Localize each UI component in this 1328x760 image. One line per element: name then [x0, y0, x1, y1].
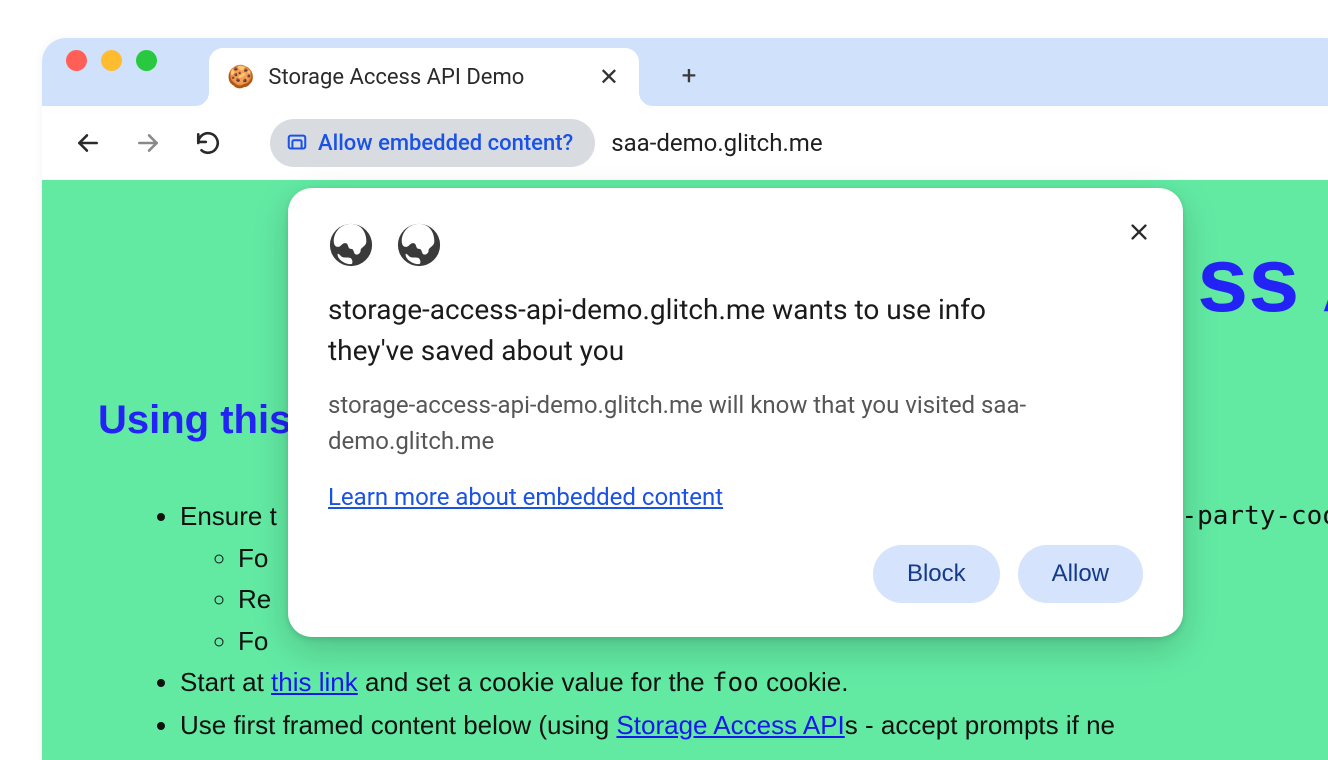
url-display: saa-demo.glitch.me	[611, 129, 822, 157]
reload-button[interactable]	[190, 125, 226, 161]
browser-tab[interactable]: 🍪 Storage Access API Demo ✕	[209, 48, 639, 106]
window-zoom-button[interactable]	[136, 50, 157, 71]
back-button[interactable]	[70, 125, 106, 161]
globe-icon	[328, 222, 374, 268]
tab-strip: 🍪 Storage Access API Demo ✕ +	[42, 38, 1328, 106]
list-text: and set a cookie value for the	[358, 667, 712, 697]
list-item: Use first framed content below (using St…	[180, 705, 1328, 747]
address-bar[interactable]: Allow embedded content? saa-demo.glitch.…	[270, 119, 1300, 167]
window-close-button[interactable]	[66, 50, 87, 71]
dialog-close-button[interactable]	[1121, 214, 1157, 250]
permission-chip[interactable]: Allow embedded content?	[270, 119, 595, 167]
forward-button[interactable]	[130, 125, 166, 161]
tab-close-button[interactable]: ✕	[597, 63, 621, 91]
list-text: Ensure t	[180, 501, 277, 531]
section-heading: Using this	[98, 398, 291, 443]
learn-more-link[interactable]: Learn more about embedded content	[328, 483, 723, 511]
list-item: Start at this link and set a cookie valu…	[180, 662, 1328, 705]
arrow-left-icon	[75, 130, 101, 156]
window-controls	[56, 50, 175, 95]
close-icon	[1128, 221, 1150, 243]
dialog-actions: Block Allow	[328, 545, 1143, 603]
list-text: Fo	[238, 626, 268, 656]
globe-icon	[396, 222, 442, 268]
permission-prompt-dialog: storage-access-api-demo.glitch.me wants …	[288, 188, 1183, 637]
new-tab-button[interactable]: +	[669, 56, 709, 96]
this-link[interactable]: this link	[271, 667, 358, 697]
list-text: Re	[238, 584, 271, 614]
reload-icon	[195, 130, 221, 156]
list-text: s - accept prompts if ne	[845, 710, 1115, 740]
tab-favicon: 🍪	[227, 65, 254, 90]
list-text: Start at	[180, 667, 271, 697]
code-fragment: -party-coo	[1181, 496, 1328, 538]
storage-access-api-link[interactable]: Storage Access API	[616, 710, 844, 740]
window-minimize-button[interactable]	[101, 50, 122, 71]
dialog-heading: storage-access-api-demo.glitch.me wants …	[328, 290, 1048, 371]
dialog-body: storage-access-api-demo.glitch.me will k…	[328, 387, 1108, 459]
code-foo: foo	[712, 668, 759, 698]
permission-chip-label: Allow embedded content?	[318, 131, 573, 156]
embedded-content-icon	[286, 132, 308, 154]
tab-title: Storage Access API Demo	[268, 65, 582, 90]
list-text: Fo	[238, 543, 268, 573]
toolbar: Allow embedded content? saa-demo.glitch.…	[42, 106, 1328, 180]
list-text: cookie.	[759, 667, 849, 697]
page-title-fragment: ss A	[1197, 228, 1328, 333]
block-button[interactable]: Block	[873, 545, 1000, 603]
allow-button[interactable]: Allow	[1018, 545, 1143, 603]
dialog-icons	[328, 222, 1143, 268]
list-text: Use first framed content below (using	[180, 710, 616, 740]
arrow-right-icon	[135, 130, 161, 156]
